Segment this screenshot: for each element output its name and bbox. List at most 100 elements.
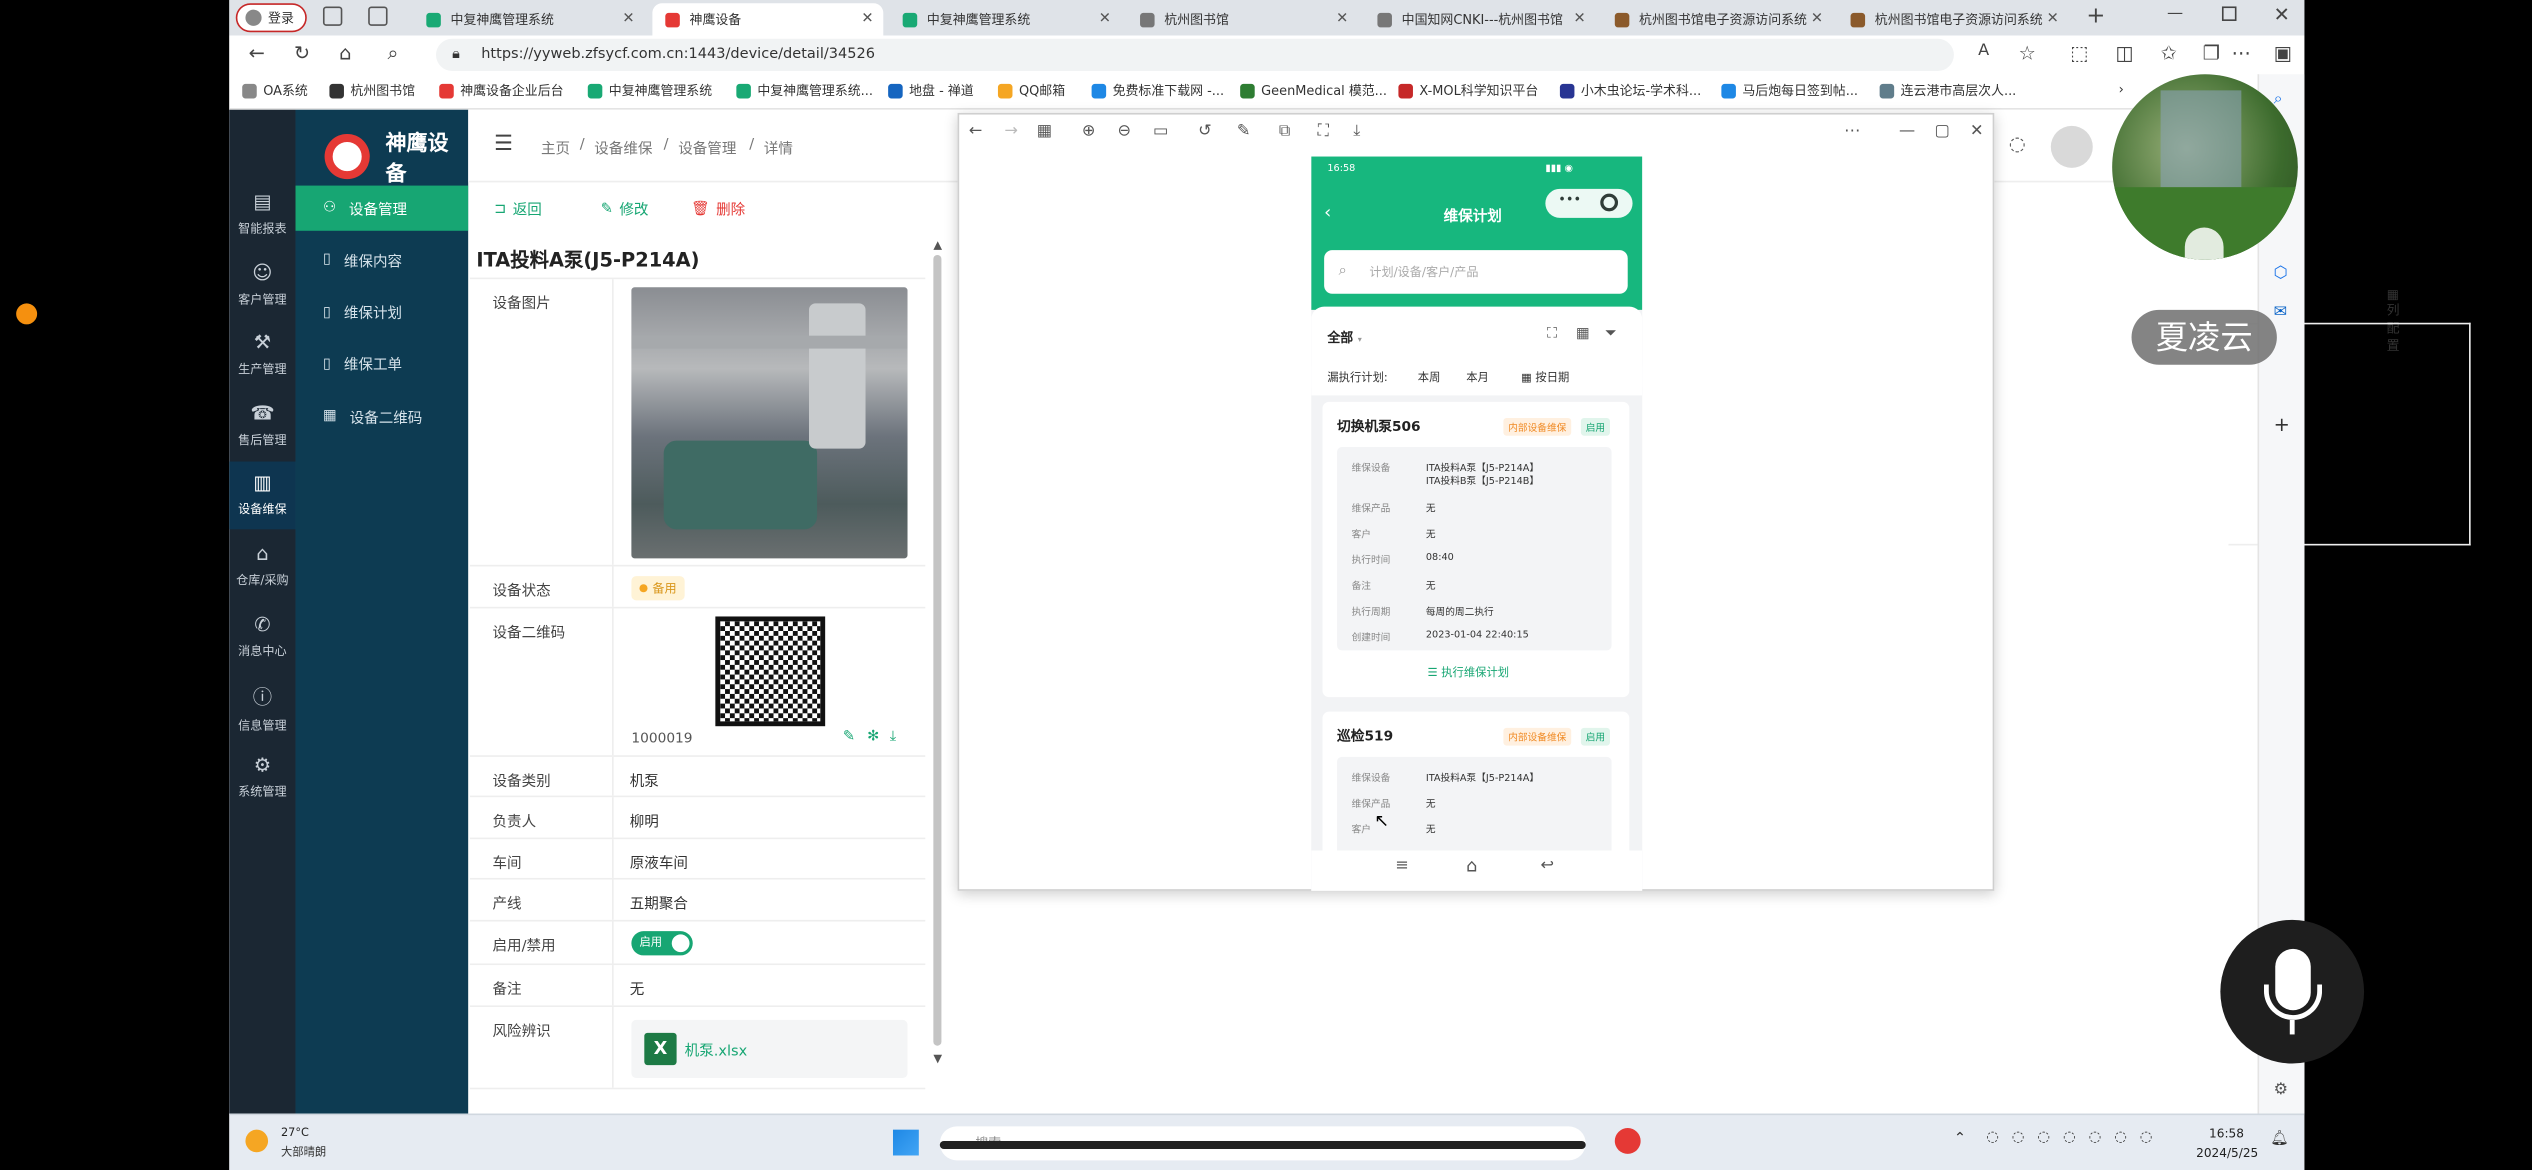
collapse-menu-icon[interactable]: ☰ xyxy=(494,132,513,156)
read-aloud-icon[interactable]: A xyxy=(1978,42,1989,60)
tab-4[interactable]: 中国知网CNKI---杭州图书馆 ✕ xyxy=(1365,3,1596,35)
start-button[interactable] xyxy=(892,1129,919,1156)
back-button[interactable]: ⊐ 返回 xyxy=(494,198,542,220)
edit-button[interactable]: ✎ 修改 xyxy=(601,198,649,220)
tab-close-icon[interactable]: ✕ xyxy=(1811,11,1823,27)
tab-close-icon[interactable]: ✕ xyxy=(861,11,873,27)
nav-item-0[interactable]: ▤ 智能报表 xyxy=(229,181,295,249)
viewer-back-icon[interactable]: ← xyxy=(969,123,983,141)
sidebar-settings-icon[interactable]: ⚙ xyxy=(2274,1081,2288,1099)
message-icon[interactable]: ◌ xyxy=(2009,132,2026,155)
user-avatar[interactable] xyxy=(2050,125,2093,168)
bookmark-item[interactable]: 小木虫论坛-学术科... xyxy=(1559,82,1701,100)
viewer-forward-icon[interactable]: → xyxy=(1004,123,1018,141)
execute-plan-button[interactable]: ☰ 执行维保计划 xyxy=(1427,665,1509,681)
taskbar-app-icon[interactable] xyxy=(1614,1128,1641,1154)
detail-scrollbar[interactable]: ▲ ▼ xyxy=(933,239,943,1084)
tray-icons[interactable]: ◌◌◌◌◌◌◌ xyxy=(1986,1130,2165,1146)
split-screen-icon[interactable]: ◫ xyxy=(2115,42,2133,65)
nav-item-6[interactable]: ✆ 消息中心 xyxy=(229,603,295,671)
due-week[interactable]: 本周 xyxy=(1418,370,1441,386)
sidebar-outlook-icon[interactable]: ✉ xyxy=(2274,303,2288,321)
clock-time[interactable]: 16:58 xyxy=(2209,1126,2244,1141)
subnav-item-2[interactable]: ▯ 维保计划 xyxy=(296,290,469,335)
phone-back-icon[interactable]: ‹ xyxy=(1324,202,1331,223)
taskbar-search[interactable]: 搜索 xyxy=(939,1126,1586,1161)
more-menu-icon[interactable]: ⋯ xyxy=(2232,42,2251,65)
tab-actions-icon[interactable] xyxy=(368,6,388,26)
viewer-save-icon[interactable]: ⤓ xyxy=(1353,123,1360,141)
bookmark-item[interactable]: 中复神鹰管理系统... xyxy=(736,82,873,100)
tray-chevron-icon[interactable]: ⌃ xyxy=(1954,1131,1966,1147)
video-bubble[interactable] xyxy=(2112,74,2298,260)
viewer-fit-icon[interactable]: ▭ xyxy=(1153,123,1168,141)
bookmark-item[interactable]: 中复神鹰管理系统 xyxy=(587,82,712,100)
new-tab-icon[interactable]: + xyxy=(2086,3,2105,29)
delete-button[interactable]: 🗑︎ 删除 xyxy=(691,198,745,220)
plan-card[interactable]: 巡检519 内部设备维保 启用 维保设备 ITA投料A泵【J5-P214A】 维保… xyxy=(1322,711,1630,874)
extensions-icon[interactable]: ⬚ xyxy=(2070,42,2088,65)
subnav-item-3[interactable]: ▯ 维保工单 xyxy=(296,342,469,387)
phone-qr-icon[interactable]: ▦ xyxy=(1576,326,1590,342)
breadcrumb-item[interactable]: 主页 xyxy=(541,137,570,158)
viewer-grid-icon[interactable]: ▦ xyxy=(1037,123,1052,141)
nav-item-1[interactable]: ☺ 客户管理 xyxy=(229,251,295,319)
bookmark-item[interactable]: OA系统 xyxy=(242,82,308,100)
risk-file-attachment[interactable]: X 机泵.xlsx xyxy=(631,1019,908,1079)
breadcrumb-item[interactable]: 设备管理 xyxy=(678,137,736,158)
close-window-icon[interactable]: ✕ xyxy=(2274,3,2290,26)
phone-home-icon[interactable]: ⌂ xyxy=(1466,855,1477,876)
tab-2[interactable]: 中复神鹰管理系统 ✕ xyxy=(890,3,1121,35)
tab-close-icon[interactable]: ✕ xyxy=(1336,11,1348,27)
breadcrumb-item[interactable]: 设备维保 xyxy=(594,137,652,158)
bookmark-item[interactable]: 免费标准下载网 -... xyxy=(1091,82,1224,100)
subnav-item-1[interactable]: ▯ 维保内容 xyxy=(296,238,469,283)
viewer-minimize-icon[interactable]: — xyxy=(1899,123,1915,141)
search-icon[interactable]: ⌕ xyxy=(388,42,399,66)
qr-download-icon[interactable]: ⤓ xyxy=(890,729,896,745)
viewer-crop-icon[interactable]: ⧉ xyxy=(1279,123,1291,141)
url-input[interactable]: 🔒︎ https://yyweb.zfsycf.com.cn:1443/devi… xyxy=(435,38,1954,72)
bookmark-item[interactable]: GeenMedical 模范... xyxy=(1240,82,1387,100)
bookmark-item[interactable]: 地盘 - 禅道 xyxy=(888,82,974,100)
bookmark-item[interactable]: 马后炮每日签到帖... xyxy=(1721,82,1858,100)
nav-item-3[interactable]: ☎ 售后管理 xyxy=(229,392,295,460)
phone-scan-icon[interactable]: ⛶ xyxy=(1547,326,1557,342)
viewer-zoom-out-icon[interactable]: ⊖ xyxy=(1117,123,1131,141)
due-month[interactable]: 本月 xyxy=(1466,370,1489,386)
weather-text[interactable]: 大部晴朗 xyxy=(281,1144,326,1160)
nav-item-5[interactable]: ⌂ 仓库/采购 xyxy=(229,533,295,601)
tab-1[interactable]: 神鹰设备 ✕ xyxy=(652,3,884,36)
tab-close-icon[interactable]: ✕ xyxy=(1574,11,1586,27)
sidebar-office-icon[interactable]: ⬡ xyxy=(2274,265,2288,283)
sidebar-add-icon[interactable]: + xyxy=(2274,413,2290,436)
clock-date[interactable]: 2024/5/25 xyxy=(2196,1146,2258,1161)
login-button[interactable]: 登录 xyxy=(235,3,307,33)
tab-0[interactable]: 中复神鹰管理系统 ✕ xyxy=(413,3,644,35)
subnav-item-0[interactable]: ⚇ 设备管理 xyxy=(295,185,469,231)
collections-icon[interactable]: ❐ xyxy=(2203,42,2220,65)
phone-search-input[interactable]: ⌕ 计划/设备/客户/产品 xyxy=(1324,250,1628,294)
bookmark-item[interactable]: 神鹰设备企业后台 xyxy=(439,82,564,100)
tab-close-icon[interactable]: ✕ xyxy=(2047,11,2059,27)
viewer-maximize-icon[interactable]: ▢ xyxy=(1935,123,1950,141)
enable-toggle[interactable]: 启用 xyxy=(631,931,693,956)
tab-close-icon[interactable]: ✕ xyxy=(1099,11,1111,27)
viewer-close-icon[interactable]: ✕ xyxy=(1970,123,1984,141)
viewer-edit-icon[interactable]: ✎ xyxy=(1237,123,1251,141)
bookmark-item[interactable]: X-MOL科学知识平台 xyxy=(1398,82,1538,100)
device-photo[interactable] xyxy=(631,287,908,559)
tab-3[interactable]: 杭州图书馆 ✕ xyxy=(1127,3,1358,35)
nav-item-2[interactable]: ⚒ 生产管理 xyxy=(229,321,295,389)
notification-icon[interactable]: 🔔︎ xyxy=(2270,1131,2288,1147)
restore-window-icon[interactable] xyxy=(2221,6,2237,21)
viewer-more-icon[interactable]: ⋯ xyxy=(1844,123,1860,141)
qr-regenerate-icon[interactable]: ✻ xyxy=(867,729,879,745)
viewer-zoom-in-icon[interactable]: ⊕ xyxy=(1082,123,1096,141)
workspaces-icon[interactable] xyxy=(322,6,343,26)
miniapp-capsule[interactable]: ••• xyxy=(1545,188,1633,218)
tab-5[interactable]: 杭州图书馆电子资源访问系统 ✕ xyxy=(1602,3,1833,35)
sidebar-toggle-icon[interactable]: ▣ xyxy=(2274,42,2292,65)
bookmark-item[interactable]: 连云港市高层次人... xyxy=(1879,82,2016,100)
home-icon[interactable]: ⌂ xyxy=(339,42,351,65)
